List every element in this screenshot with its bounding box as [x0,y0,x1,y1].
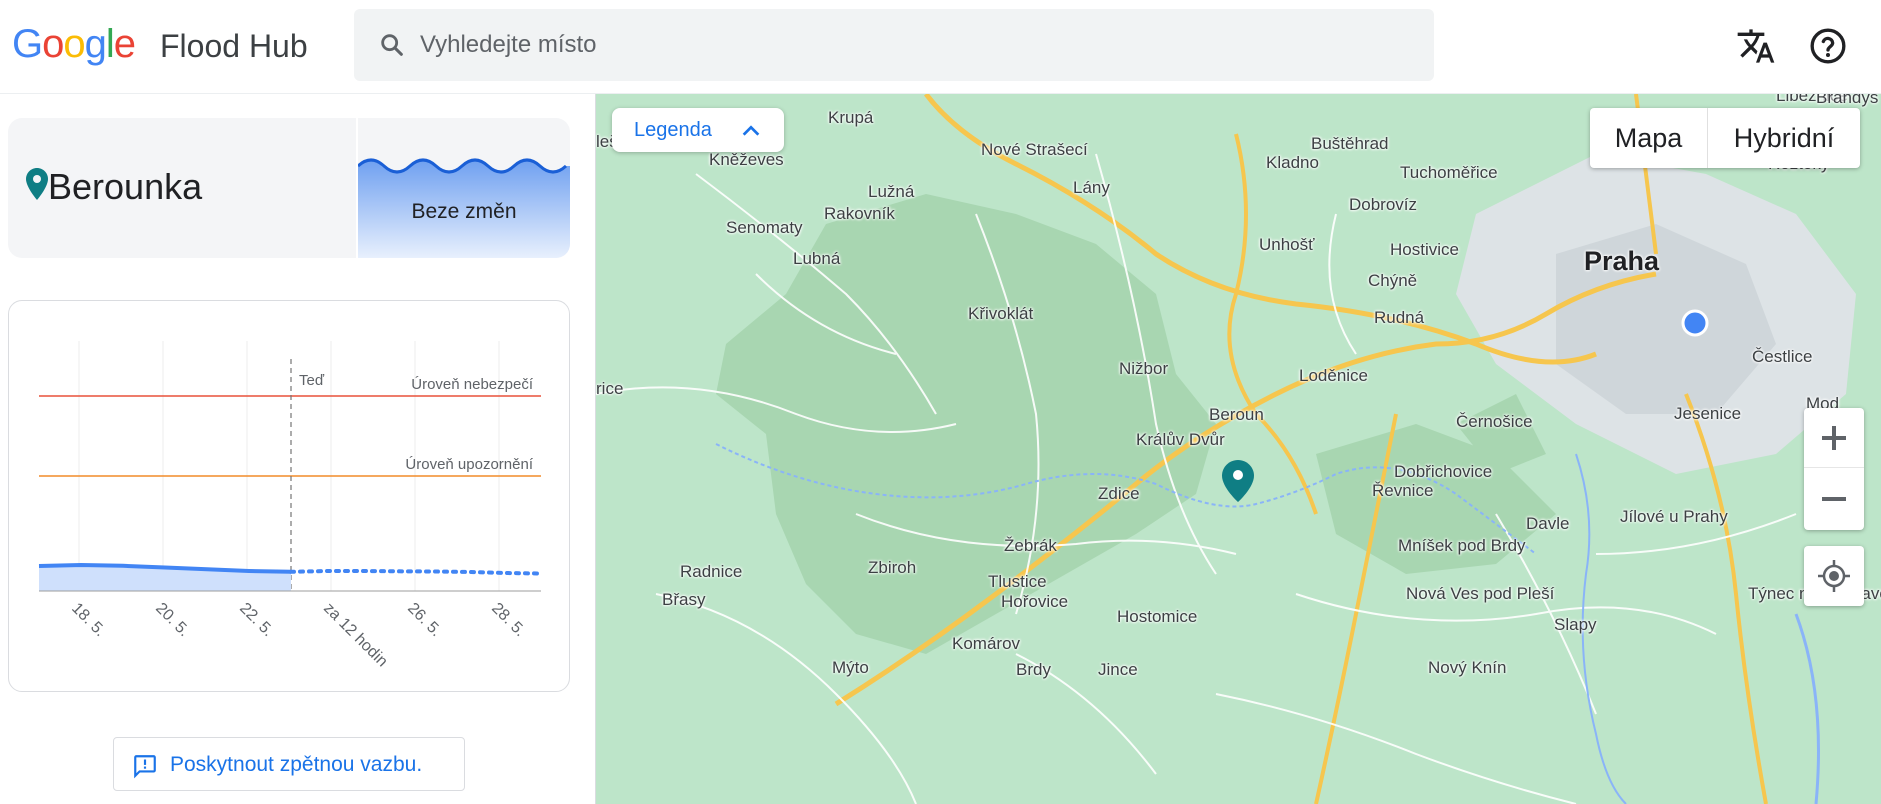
map-place-label: Lány [1073,178,1110,197]
map-place-label: Žebrák [1004,536,1057,555]
app-title: Flood Hub [160,28,308,64]
feedback-icon [134,755,156,779]
logo-letter: l [105,22,115,66]
map-place-label: Mýto [832,658,869,677]
map-place-label: Zbiroh [868,558,917,577]
map-place-label: Davle [1526,514,1570,533]
legend-button[interactable]: Legenda [612,108,784,152]
map-place-label: Slapy [1554,615,1597,634]
map-place-label: Hostivice [1390,240,1459,259]
x-tick-label: 28. 5. [488,600,528,640]
logo-letter: g [84,22,107,66]
map-place-label: Kladno [1266,153,1319,172]
map-place-label: Loděnice [1299,366,1369,385]
map-place-label: Komárov [952,634,1021,653]
map-place-label: Senomaty [726,218,803,237]
map-place-label: Brandýs [1816,94,1879,107]
chevron-up-icon [742,125,760,136]
location-pin-icon [26,168,48,200]
hydrograph-chart[interactable]: Úroveň nebezpečí Úroveň upozornění Teď 18. … [9,301,569,691]
map-place-label: Králův Dvůr [1136,430,1225,449]
zoom-out-button[interactable] [1804,469,1864,529]
search-bar[interactable] [354,9,1434,81]
map-place-label: Dobrovíz [1349,195,1418,214]
map-place-label: Zdice [1098,484,1140,503]
map-place-label: rice [596,379,624,398]
x-tick-label: 22. 5. [236,600,276,640]
crosshair-icon [1818,560,1850,592]
map-place-label: Nové Strašecí [981,140,1088,159]
map-place-label: Jesenice [1674,404,1742,423]
threshold-label: Úroveň nebezpečí [411,376,534,393]
map-place-label: Nový Knín [1428,658,1507,677]
feedback-label: Poskytnout zpětnou vazbu. [170,753,423,776]
map-place-label: Radnice [680,562,743,581]
map-place-label: Tuchoměřice [1400,163,1498,182]
status-tile: Beze změn [358,118,570,258]
threshold-label: Úroveň upozornění [405,456,533,473]
map-type-map-button[interactable]: Mapa [1590,108,1708,168]
map-type-control: Mapa Hybridní [1590,108,1860,168]
x-tick-label: 18. 5. [68,600,108,640]
map-place-label: Lužná [868,182,915,201]
map-place-label: Rakovník [824,204,895,223]
map-place-label: Kněževes [709,150,784,169]
logo-letter: e [113,22,136,66]
map-type-hybrid-button[interactable]: Hybridní [1708,108,1860,168]
map-place-label: Břasy [662,590,706,609]
plus-icon [1822,426,1846,450]
logo-letter: o [63,22,85,66]
map-place-label: Beroun [1209,405,1264,424]
map-place-label: Jílové u Prahy [1620,507,1728,526]
legend-label: Legenda [634,119,712,141]
app-header: Google Flood Hub [0,0,1881,94]
forecast-line [289,569,543,576]
help-icon[interactable] [1808,26,1848,66]
map-place-label: Lubná [793,249,841,268]
hydrograph-card: Úroveň nebezpečí Úroveň upozornění Teď 18. … [8,300,570,692]
map-place-label: Praha [1584,246,1660,276]
map-place-label: Křivoklát [968,304,1034,323]
map-place-label: Tlustice [988,572,1047,591]
map-place-label: Černošice [1456,412,1533,431]
google-logo[interactable]: Google [12,22,136,67]
translate-icon[interactable] [1736,26,1776,66]
map-place-label: Dobřichovice [1394,462,1493,481]
map-place-label: Buštěhrad [1311,134,1389,153]
map-place-label: Mníšek pod Brdy [1398,536,1526,555]
now-label: Teď [299,372,325,389]
my-location-button[interactable] [1804,546,1864,606]
map-place-label: Čestlice [1752,347,1813,366]
map-place-label: Jince [1098,660,1138,679]
zoom-in-button[interactable] [1804,408,1864,468]
map-place-label: Brdy [1016,660,1051,679]
gauge-panel: Berounka Beze změn Úroveň nebezpečí Úrove… [0,94,595,804]
gauge-name-area: Berounka [8,118,354,258]
map-place-label: Krupá [828,108,874,127]
map-view[interactable]: Praha Krupá Nové Strašecí Buštěhrad Kladno Tu… [595,94,1881,804]
minus-icon [1822,497,1846,501]
feedback-button[interactable]: Poskytnout zpětnou vazbu. [113,737,465,791]
logo-letter: o [42,22,64,66]
map-place-label: Chýně [1368,271,1418,290]
river-name: Berounka [48,166,203,207]
search-icon [381,34,403,56]
map-place-label: Nová Ves pod Pleší [1406,584,1555,603]
x-tick-label: 20. 5. [152,600,192,640]
map-canvas[interactable] [596,94,1881,804]
logo-letter: G [12,22,43,66]
x-tick-label: za 12 hodin [320,600,391,671]
status-label: Beze změn [411,200,517,223]
water-wave-icon [358,158,570,258]
map-place-label: Rudná [1374,308,1425,327]
map-place-label: Unhošť [1259,235,1315,254]
x-tick-label: 26. 5. [404,600,444,640]
gauge-card[interactable]: Berounka Beze změn [8,118,570,258]
map-place-label: Hořovice [1001,592,1069,611]
zoom-control [1804,408,1864,530]
map-place-label: Hostomice [1117,607,1198,626]
map-place-label: Nižbor [1119,359,1169,378]
search-input[interactable] [420,9,1400,81]
map-place-label: Řevnice [1372,481,1434,500]
